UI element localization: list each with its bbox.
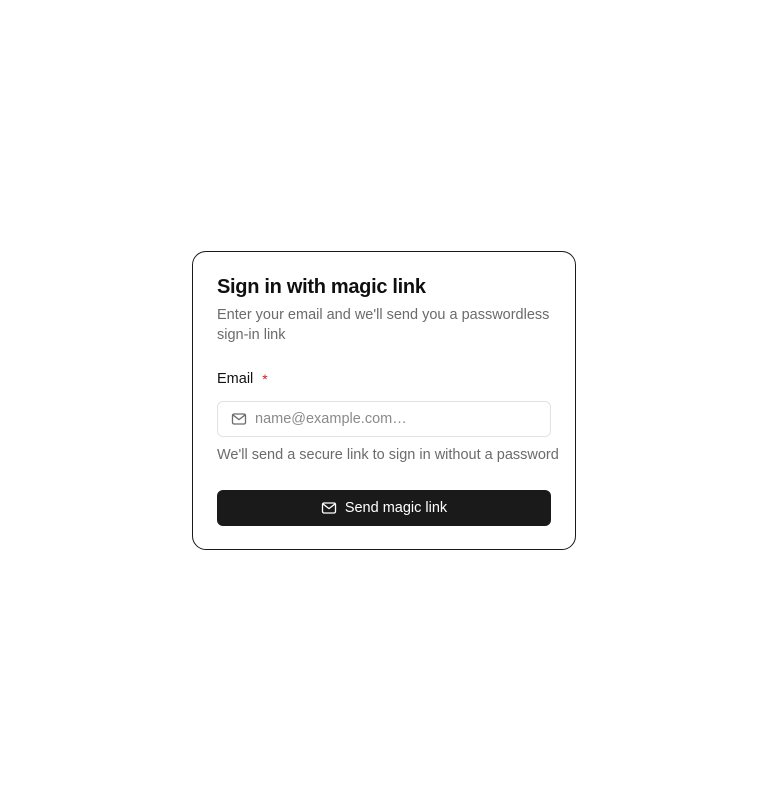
email-label: Email [217, 371, 254, 387]
email-helper-text: We'll send a secure link to sign in with… [217, 447, 559, 463]
email-field[interactable] [217, 401, 551, 437]
card-title: Sign in with magic link [217, 276, 426, 298]
send-magic-link-label: Send magic link [344, 500, 448, 516]
email-input[interactable] [255, 404, 545, 434]
send-magic-link-button[interactable]: Send magic link [217, 490, 551, 526]
magic-link-card: Sign in with magic link Enter your email… [192, 251, 576, 550]
email-label-row: Email * [217, 370, 551, 388]
required-indicator: * [262, 371, 268, 387]
card-subtitle: Enter your email and we'll send you a pa… [217, 307, 550, 343]
mail-icon [231, 411, 247, 427]
mail-icon [321, 500, 337, 516]
